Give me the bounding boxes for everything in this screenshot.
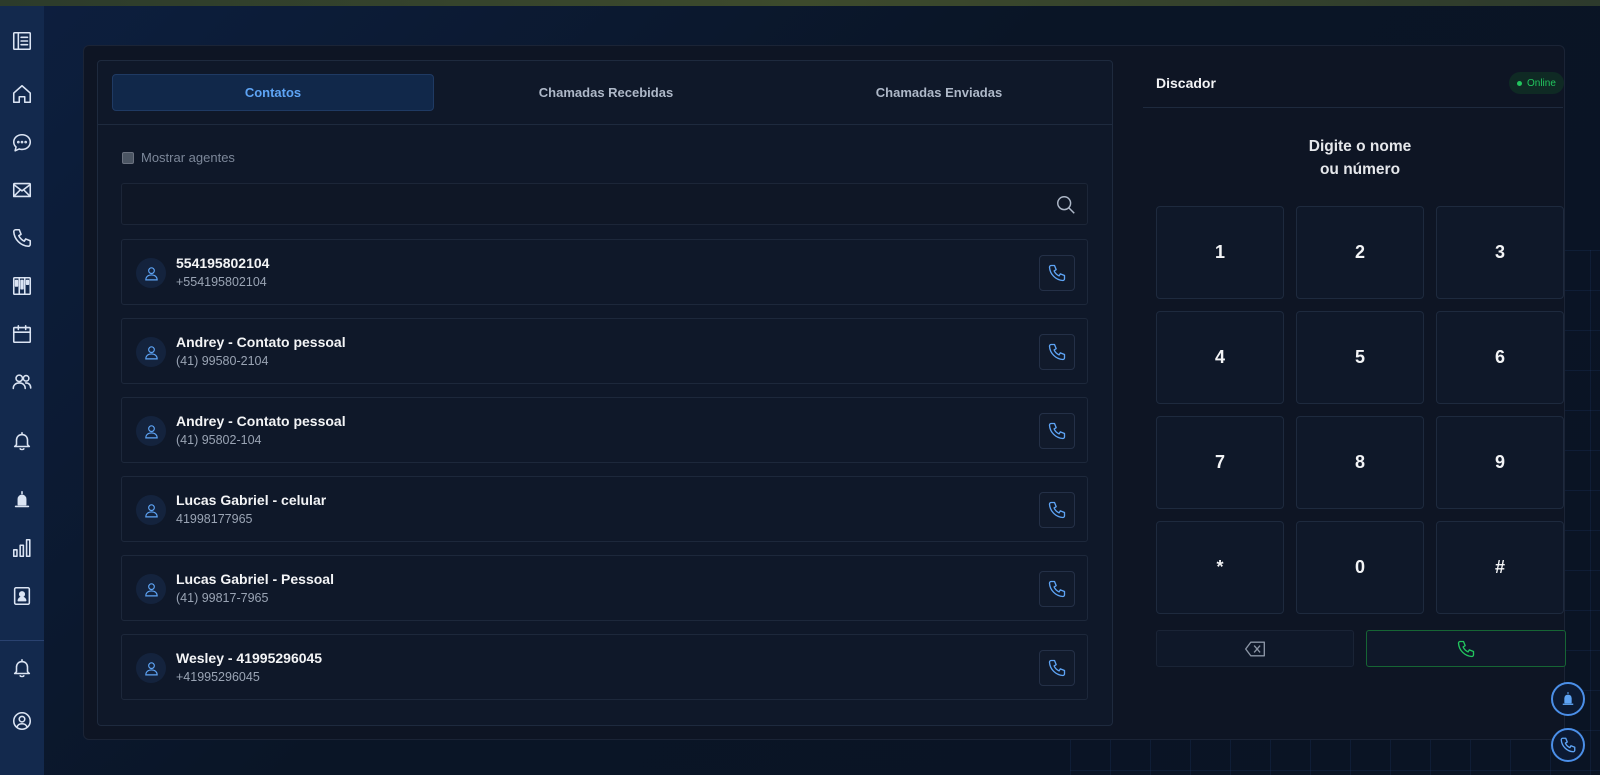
call-contact-button[interactable] [1039,255,1075,291]
top-bar [0,0,1600,6]
phone-icon [1048,264,1066,282]
contact-row[interactable]: 554195802104 +554195802104 [121,239,1088,305]
phone-fab-button[interactable] [1551,728,1585,762]
keypad-key-6[interactable]: 6 [1436,311,1564,404]
phone-icon [1048,343,1066,361]
dialer-prompt: Digite o nome ou número [1143,135,1577,181]
keypad-key-7[interactable]: 7 [1156,416,1284,509]
dial-call-button[interactable] [1366,630,1566,667]
bar-chart-icon[interactable] [10,536,34,560]
keypad-key-star[interactable]: * [1156,521,1284,614]
contact-row[interactable]: Andrey - Contato pessoal (41) 99580-2104 [121,318,1088,384]
contact-name: Andrey - Contato pessoal [176,413,346,429]
search-input[interactable] [121,183,1088,225]
tab-contatos[interactable]: Contatos [112,74,434,111]
show-agents-checkbox[interactable] [122,151,134,164]
phone-icon[interactable] [10,226,34,250]
keypad-key-1[interactable]: 1 [1156,206,1284,299]
keypad-key-5[interactable]: 5 [1296,311,1424,404]
keypad-key-2[interactable]: 2 [1296,206,1424,299]
contact-name: 554195802104 [176,255,270,271]
alert-fab-button[interactable] [1551,682,1585,716]
person-icon [136,416,166,446]
tab-chamadas-enviadas[interactable]: Chamadas Enviadas [778,74,1100,111]
phone-icon [1048,501,1066,519]
show-agents-filter[interactable]: Mostrar agentes [122,150,235,165]
contact-number: +554195802104 [176,275,267,289]
home-icon[interactable] [10,82,34,106]
contact-name: Lucas Gabriel - celular [176,492,327,508]
contact-name: Lucas Gabriel - Pessoal [176,571,334,587]
user-circle-icon[interactable] [10,709,34,733]
keypad-key-4[interactable]: 4 [1156,311,1284,404]
tab-chamadas-recebidas[interactable]: Chamadas Recebidas [445,74,767,111]
phone-icon [1560,737,1576,753]
tab-bar: Contatos Chamadas Recebidas Chamadas Env… [98,61,1112,125]
person-icon [136,337,166,367]
contact-number: (41) 95802-104 [176,433,262,447]
contact-number: +41995296045 [176,670,260,684]
chat-icon[interactable] [10,131,34,155]
person-icon [136,258,166,288]
contact-row[interactable]: Andrey - Contato pessoal (41) 95802-104 [121,397,1088,463]
mail-icon[interactable] [10,178,34,202]
show-agents-label: Mostrar agentes [141,150,235,165]
alert-icon[interactable] [10,488,34,512]
notifications-bell-icon[interactable] [10,656,34,680]
person-icon [136,653,166,683]
call-contact-button[interactable] [1039,492,1075,528]
contact-name: Andrey - Contato pessoal [176,334,346,350]
call-contact-button[interactable] [1039,413,1075,449]
contact-number: 41998177965 [176,512,253,526]
users-icon[interactable] [10,370,34,394]
backspace-icon [1245,641,1265,656]
status-label: Online [1527,77,1556,89]
calendar-icon[interactable] [10,322,34,346]
keypad-key-8[interactable]: 8 [1296,416,1424,509]
phone-icon [1048,422,1066,440]
status-badge: Online [1509,72,1564,94]
person-icon [136,495,166,525]
sidebar [0,6,44,775]
sidebar-divider [0,640,44,641]
phone-icon [1457,640,1475,657]
call-contact-button[interactable] [1039,650,1075,686]
phone-icon [1048,659,1066,677]
call-contact-button[interactable] [1039,571,1075,607]
contact-row[interactable]: Lucas Gabriel - Pessoal (41) 99817-7965 [121,555,1088,621]
person-icon [136,574,166,604]
phone-icon [1048,580,1066,598]
keypad-key-0[interactable]: 0 [1296,521,1424,614]
keypad-key-3[interactable]: 3 [1436,206,1564,299]
dialer-title: Discador [1156,75,1216,91]
dialer-prompt-line1: Digite o nome [1308,138,1412,155]
keypad-key-9[interactable]: 9 [1436,416,1564,509]
contact-row[interactable]: Lucas Gabriel - celular 41998177965 [121,476,1088,542]
search-icon[interactable] [1055,194,1077,216]
bell-icon[interactable] [10,429,34,453]
contact-card-icon[interactable] [10,584,34,608]
list-icon[interactable] [10,29,34,53]
contact-name: Wesley - 41995296045 [176,650,323,666]
contact-number: (41) 99817-7965 [176,591,269,605]
alert-icon [1562,692,1574,705]
keypad-key-hash[interactable]: # [1436,521,1564,614]
contact-row[interactable]: Wesley - 41995296045 +41995296045 [121,634,1088,700]
call-contact-button[interactable] [1039,334,1075,370]
contacts-card: Contatos Chamadas Recebidas Chamadas Env… [97,60,1113,726]
dialer-panel: Discador Online Digite o nome ou número … [1143,60,1566,740]
dialer-prompt-line2: ou número [1319,161,1401,178]
online-dot-icon [1517,80,1522,86]
dialer-header: Discador Online [1143,60,1564,108]
kanban-icon[interactable] [10,274,34,298]
contact-number: (41) 99580-2104 [176,354,269,368]
backspace-button[interactable] [1156,630,1354,667]
